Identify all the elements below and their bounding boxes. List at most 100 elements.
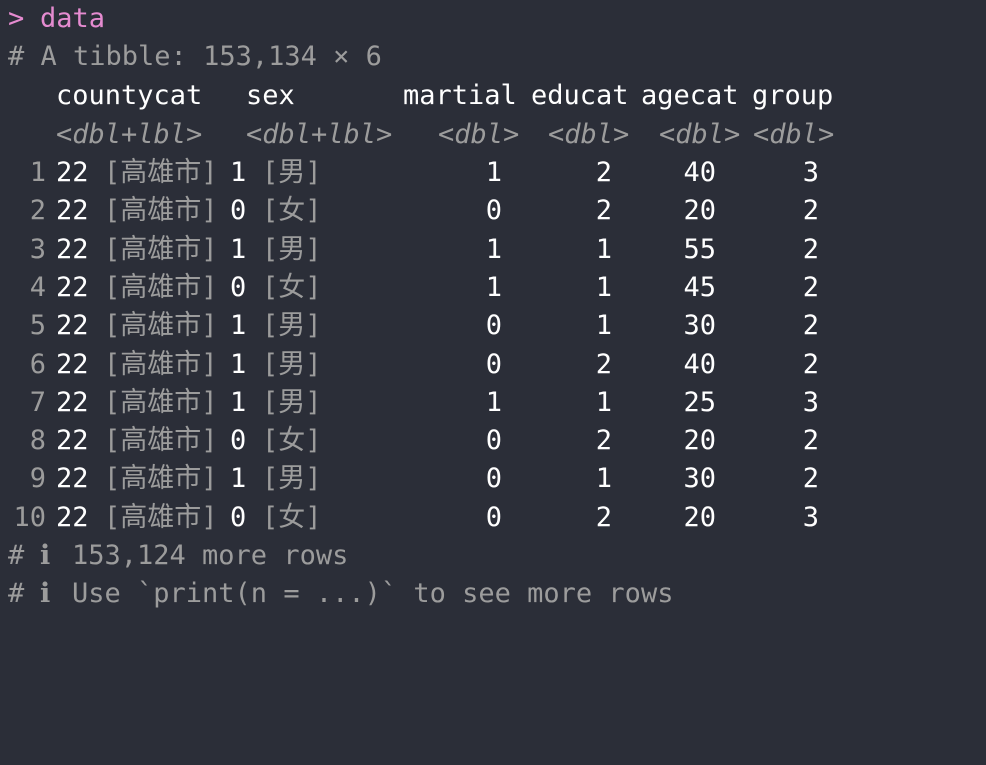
prompt-line: > data — [8, 0, 105, 38]
educat-value: 2 — [595, 195, 612, 227]
sex-label: [女] — [262, 271, 322, 303]
row-index: 3 — [29, 233, 46, 265]
prompt-symbol: > — [8, 3, 25, 34]
footer-line-more-rows: # ℹ 153,124 more rows — [8, 537, 348, 575]
row-index: 7 — [29, 386, 46, 418]
sex-label: [男] — [262, 310, 322, 342]
column-header-martial: martial — [403, 80, 517, 111]
countycat-label: [高雄市] — [104, 501, 218, 533]
column-type-sex: <dbl+lbl> — [246, 119, 393, 150]
sex-value: 0 — [230, 195, 247, 227]
group-value: 2 — [802, 310, 819, 342]
info-icon: ℹ — [40, 578, 51, 609]
agecat-value: 40 — [683, 157, 716, 188]
countycat-value: 22 — [56, 157, 89, 188]
countycat-value: 22 — [56, 348, 89, 380]
educat-value: 1 — [595, 310, 612, 342]
sex-value: 1 — [230, 310, 247, 342]
info-icon: ℹ — [40, 540, 51, 571]
footer-hash: # — [8, 540, 25, 571]
educat-value: 1 — [595, 233, 612, 265]
countycat-label: [高雄市] — [104, 195, 218, 227]
countycat-label: [高雄市] — [104, 348, 218, 380]
countycat-value: 22 — [56, 310, 89, 342]
footer-line-print-hint: # ℹ Use `print(n = ...)` to see more row… — [8, 575, 673, 613]
group-value: 3 — [802, 386, 819, 418]
column-type-group: <dbl> — [753, 119, 835, 150]
sex-value: 0 — [230, 271, 247, 303]
column-header-group: group — [752, 80, 834, 111]
agecat-value: 25 — [683, 386, 716, 418]
martial-value: 0 — [485, 463, 502, 495]
countycat-label: [高雄市] — [104, 157, 218, 188]
sex-label: [男] — [262, 157, 322, 188]
sex-label: [女] — [262, 501, 322, 533]
martial-value: 1 — [485, 233, 502, 265]
sex-label: [男] — [262, 463, 322, 495]
sex-label: [男] — [262, 348, 322, 380]
countycat-value: 22 — [56, 463, 89, 495]
group-value: 2 — [802, 425, 819, 457]
agecat-value: 20 — [683, 425, 716, 457]
column-type-martial: <dbl> — [438, 119, 520, 150]
footer-hash: # — [8, 578, 25, 609]
column-type-agecat: <dbl> — [659, 119, 741, 150]
group-value: 3 — [802, 501, 819, 533]
sex-value: 0 — [230, 425, 247, 457]
educat-value: 1 — [595, 463, 612, 495]
prompt-command: data — [40, 3, 106, 34]
agecat-value: 20 — [683, 501, 716, 533]
column-type-educat: <dbl> — [548, 119, 630, 150]
column-header-row: countycat sex martial educat agecat grou… — [8, 77, 833, 115]
column-header-educat: educat — [531, 80, 629, 111]
row-index: 8 — [29, 425, 46, 457]
row-index: 10 — [13, 501, 46, 533]
sex-value: 1 — [230, 463, 247, 495]
sex-label: [男] — [262, 233, 322, 265]
martial-value: 0 — [485, 501, 502, 533]
row-index: 4 — [29, 271, 46, 303]
group-value: 2 — [802, 271, 819, 303]
group-value: 2 — [802, 195, 819, 227]
sex-value: 1 — [230, 386, 247, 418]
footer-text: 153,124 more rows — [72, 540, 349, 571]
countycat-label: [高雄市] — [104, 386, 218, 418]
countycat-value: 22 — [56, 501, 89, 533]
educat-value: 1 — [595, 386, 612, 418]
educat-value: 1 — [595, 271, 612, 303]
sex-label: [女] — [262, 425, 322, 457]
countycat-label: [高雄市] — [104, 233, 218, 265]
sex-value: 1 — [230, 348, 247, 380]
countycat-value: 22 — [56, 233, 89, 265]
countycat-label: [高雄市] — [104, 425, 218, 457]
column-type-countycat: <dbl+lbl> — [56, 119, 203, 150]
row-index: 6 — [29, 348, 46, 380]
martial-value: 0 — [485, 195, 502, 227]
group-value: 2 — [802, 348, 819, 380]
educat-value: 2 — [595, 425, 612, 457]
countycat-value: 22 — [56, 195, 89, 227]
educat-value: 2 — [595, 348, 612, 380]
countycat-label: [高雄市] — [104, 463, 218, 495]
educat-value: 2 — [595, 501, 612, 533]
countycat-label: [高雄市] — [104, 310, 218, 342]
countycat-value: 22 — [56, 271, 89, 303]
martial-value: 0 — [485, 425, 502, 457]
column-header-countycat: countycat — [56, 80, 203, 111]
agecat-value: 45 — [683, 271, 716, 303]
martial-value: 1 — [485, 157, 502, 188]
agecat-value: 55 — [683, 233, 716, 265]
sex-label: [女] — [262, 195, 322, 227]
countycat-value: 22 — [56, 386, 89, 418]
group-value: 3 — [802, 157, 819, 188]
column-header-agecat: agecat — [641, 80, 739, 111]
agecat-value: 40 — [683, 348, 716, 380]
agecat-value: 30 — [683, 310, 716, 342]
row-index: 1 — [29, 157, 46, 188]
martial-value: 0 — [485, 310, 502, 342]
agecat-value: 20 — [683, 195, 716, 227]
agecat-value: 30 — [683, 463, 716, 495]
row-index: 2 — [29, 195, 46, 227]
row-index: 9 — [29, 463, 46, 495]
martial-value: 1 — [485, 271, 502, 303]
